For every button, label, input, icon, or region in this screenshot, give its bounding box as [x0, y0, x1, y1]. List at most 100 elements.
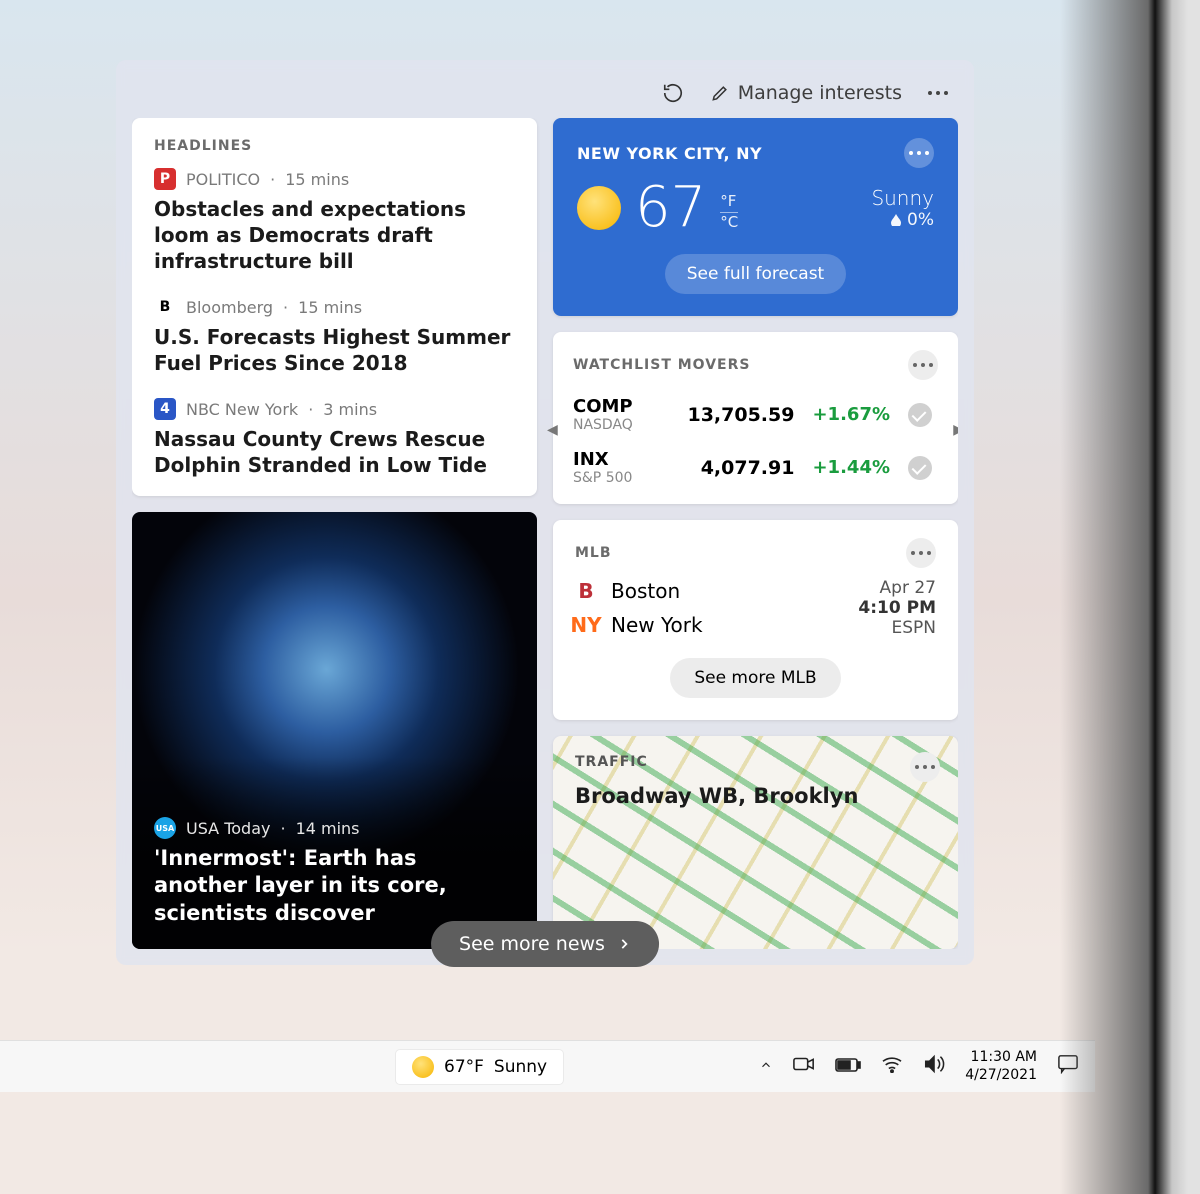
watchlist-more-button[interactable] — [908, 350, 938, 380]
watchlist-row[interactable]: COMP NASDAQ 13,705.59 +1.67% — [573, 396, 938, 433]
chevron-right-icon — [617, 937, 631, 951]
meet-now-button[interactable] — [793, 1055, 815, 1078]
headline-story[interactable]: 4 NBC New York · 3 mins Nassau County Cr… — [154, 398, 515, 478]
team-name: Boston — [611, 579, 680, 603]
taskbar-time: 11:30 AM — [965, 1049, 1037, 1067]
taskbar-date: 4/27/2021 — [965, 1067, 1037, 1085]
team-icon: NY — [575, 614, 597, 636]
traffic-title: TRAFFIC — [575, 754, 936, 770]
see-more-news-button[interactable]: See more news — [431, 921, 659, 967]
ticker-symbol: INX — [573, 449, 683, 470]
game-time: 4:10 PM — [858, 598, 936, 618]
weather-more-button[interactable] — [904, 138, 934, 168]
game-date: Apr 27 — [858, 578, 936, 598]
traffic-location: Broadway WB, Brooklyn — [575, 784, 936, 808]
ticker-exchange: S&P 500 — [573, 470, 683, 486]
ticker-change: +1.44% — [812, 457, 890, 478]
source-name: POLITICO — [186, 170, 260, 189]
volume-button[interactable] — [923, 1054, 945, 1079]
mlb-card: MLB B Boston NY New York — [553, 520, 958, 720]
more-icon — [913, 363, 933, 367]
notification-icon — [1057, 1054, 1079, 1074]
headline-story[interactable]: P POLITICO · 15 mins Obstacles and expec… — [154, 168, 515, 274]
news-interests-panel: Manage interests HEADLINES P POLITICO · … — [116, 60, 974, 965]
team-icon: B — [575, 580, 597, 602]
story-title: Obstacles and expectations loom as Democ… — [154, 196, 515, 274]
team-row[interactable]: NY New York — [575, 613, 703, 637]
watchlist-row[interactable]: INX S&P 500 4,077.91 +1.44% — [573, 449, 938, 486]
temp-units[interactable]: °F °C — [720, 192, 738, 231]
wifi-button[interactable] — [881, 1055, 903, 1078]
mlb-more-button[interactable] — [906, 538, 936, 568]
source-name: Bloomberg — [186, 298, 273, 317]
story-title: Nassau County Crews Rescue Dolphin Stran… — [154, 426, 515, 478]
team-row[interactable]: B Boston — [575, 579, 703, 603]
panel-columns: HEADLINES P POLITICO · 15 mins Obstacles… — [132, 118, 958, 949]
story-time: 3 mins — [323, 400, 377, 419]
game-network: ESPN — [858, 618, 936, 638]
watchlist-card: ◀ ▶ WATCHLIST MOVERS COMP NASDAQ 13,705.… — [553, 332, 958, 504]
source-icon: USA — [154, 817, 176, 839]
more-icon — [911, 551, 931, 555]
weather-card[interactable]: NEW YORK CITY, NY 67 °F °C Sunny 0% — [553, 118, 958, 316]
watchlist-next-button[interactable]: ▶ — [953, 422, 958, 438]
right-column: NEW YORK CITY, NY 67 °F °C Sunny 0% — [553, 118, 958, 949]
taskbar-clock[interactable]: 11:30 AM 4/27/2021 — [965, 1049, 1037, 1084]
check-icon[interactable] — [908, 456, 932, 480]
notifications-button[interactable] — [1057, 1054, 1079, 1079]
story-time: 15 mins — [298, 298, 362, 317]
see-more-news-label: See more news — [459, 933, 605, 955]
refresh-button[interactable] — [662, 82, 684, 104]
more-icon — [915, 765, 935, 769]
story-title: U.S. Forecasts Highest Summer Fuel Price… — [154, 324, 515, 376]
traffic-card[interactable]: TRAFFIC Broadway WB, Brooklyn — [553, 736, 958, 949]
speaker-icon — [923, 1054, 945, 1074]
watchlist-title: WATCHLIST MOVERS — [573, 357, 750, 373]
traffic-more-button[interactable] — [910, 752, 940, 782]
more-icon — [909, 151, 929, 155]
unit-f[interactable]: °F — [720, 192, 738, 213]
wifi-icon — [881, 1055, 903, 1073]
watchlist-prev-button[interactable]: ◀ — [547, 422, 558, 438]
camera-icon — [793, 1055, 815, 1073]
mlb-title: MLB — [575, 545, 612, 561]
ticker-change: +1.67% — [812, 404, 890, 425]
weather-city: NEW YORK CITY, NY — [577, 144, 762, 163]
see-forecast-button[interactable]: See full forecast — [665, 254, 846, 294]
manage-interests-label: Manage interests — [738, 82, 902, 104]
feature-story-card[interactable]: USA USA Today · 14 mins 'Innermost': Ear… — [132, 512, 537, 949]
droplet-icon — [891, 214, 901, 226]
headlines-card: HEADLINES P POLITICO · 15 mins Obstacles… — [132, 118, 537, 496]
taskbar-temp: 67°F — [444, 1057, 484, 1077]
battery-icon — [835, 1058, 861, 1072]
sun-icon — [577, 186, 621, 230]
panel-more-button[interactable] — [928, 91, 948, 95]
sun-icon — [412, 1056, 434, 1078]
source-icon: P — [154, 168, 176, 190]
taskbar-weather-button[interactable]: 67°F Sunny — [396, 1050, 563, 1084]
headline-story[interactable]: B Bloomberg · 15 mins U.S. Forecasts Hig… — [154, 296, 515, 376]
ticker-price: 13,705.59 — [687, 404, 794, 426]
unit-c[interactable]: °C — [720, 213, 738, 231]
story-time: 15 mins — [285, 170, 349, 189]
source-icon: B — [154, 296, 176, 318]
weather-temp: 67 — [635, 180, 706, 236]
manage-interests-button[interactable]: Manage interests — [710, 82, 902, 104]
source-name: NBC New York — [186, 400, 298, 419]
pencil-icon — [710, 83, 730, 103]
weather-condition: Sunny — [871, 186, 934, 210]
weather-humidity: 0% — [907, 210, 934, 230]
battery-button[interactable] — [835, 1056, 861, 1077]
team-name: New York — [611, 613, 703, 637]
ticker-symbol: COMP — [573, 396, 669, 417]
game-meta: Apr 27 4:10 PM ESPN — [858, 578, 936, 638]
taskbar: 67°F Sunny 11:30 AM 4/27/2021 — [0, 1040, 1095, 1092]
device-bezel — [1060, 0, 1200, 1194]
check-icon[interactable] — [908, 403, 932, 427]
story-title: 'Innermost': Earth has another layer in … — [154, 845, 515, 927]
panel-toolbar: Manage interests — [132, 76, 958, 118]
see-more-mlb-button[interactable]: See more MLB — [670, 658, 840, 698]
source-name: USA Today — [186, 819, 270, 838]
tray-expand-button[interactable] — [759, 1056, 773, 1077]
chevron-up-icon — [759, 1058, 773, 1072]
